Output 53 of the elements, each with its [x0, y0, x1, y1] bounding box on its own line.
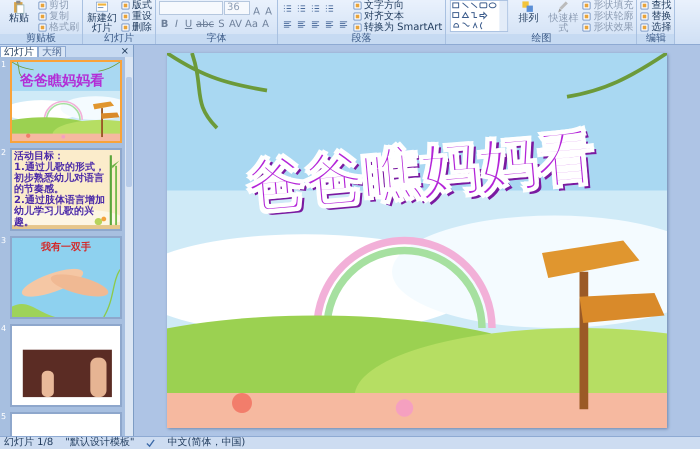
format-button[interactable]: abc: [195, 18, 215, 30]
format-button[interactable]: U: [183, 18, 194, 30]
spellcheck-icon[interactable]: [146, 438, 156, 448]
format-button[interactable]: B: [159, 18, 170, 30]
panel-tab[interactable]: 幻灯片: [0, 46, 38, 57]
slide-number: 2: [1, 148, 8, 159]
slide-title: 爸爸瞧妈妈看: [244, 120, 598, 222]
brush-icon: [556, 0, 570, 14]
slide-text: 2.通过肢体语言增加幼儿学习儿歌的兴趣。: [14, 195, 106, 228]
slide-number: 1: [1, 60, 8, 71]
slide-text: 1.通过儿歌的形式，初步熟悉幼儿对语言的节奏感。: [14, 162, 106, 195]
ribbon-command[interactable]: 版式: [121, 0, 152, 11]
ribbon-button[interactable]: 排列: [512, 0, 544, 34]
group-label: 编辑: [637, 34, 674, 44]
ribbon-command[interactable]: 删除: [121, 22, 152, 33]
format-button[interactable]: AV: [228, 18, 244, 30]
slide-icon: [95, 0, 109, 14]
group-label: 剪贴板: [0, 34, 82, 44]
group-label: 段落: [278, 34, 446, 44]
shapes-icon: [521, 0, 536, 14]
format-button[interactable]: I: [171, 18, 182, 30]
format-button[interactable]: S: [216, 18, 227, 30]
shapes-gallery[interactable]: [449, 0, 510, 32]
language-label: 中文(简体，中国): [167, 437, 246, 449]
ribbon-command[interactable]: 对齐文本: [353, 11, 442, 22]
ribbon-command[interactable]: 选择: [640, 22, 672, 33]
slide-counter: 幻灯片 1/8: [4, 437, 54, 449]
slide-title: 我有一双手: [40, 240, 92, 254]
close-button[interactable]: ×: [116, 46, 133, 57]
font-size-button[interactable]: A: [251, 2, 262, 14]
ribbon-command[interactable]: 查找: [640, 0, 672, 11]
ribbon-command[interactable]: 转换为 SmartArt: [353, 22, 442, 33]
ribbon-command[interactable]: 重设: [121, 11, 152, 22]
ribbon-command[interactable]: 替换: [640, 11, 672, 22]
group-label: 字体: [156, 34, 277, 44]
group-label: 绘图: [446, 34, 636, 44]
font-size-button[interactable]: A: [263, 2, 274, 14]
scrollbar[interactable]: [125, 57, 133, 436]
panel-tab[interactable]: 大纲: [38, 46, 66, 57]
ribbon-button[interactable]: 新建幻灯片: [86, 0, 118, 34]
group-label: 幻灯片: [83, 34, 155, 44]
format-button[interactable]: Aa: [244, 18, 259, 30]
font-name-field[interactable]: [159, 1, 223, 15]
font-size-field[interactable]: 36: [224, 1, 250, 15]
slide-heading: 活动目标：: [14, 151, 64, 162]
slide-title: 爸爸瞧妈妈看: [20, 72, 104, 90]
format-button[interactable]: A: [260, 18, 271, 30]
slide-number: 4: [1, 324, 8, 335]
ribbon-button[interactable]: 粘贴: [3, 0, 35, 34]
clipboard-icon: [12, 0, 26, 14]
slide-number: 3: [1, 236, 8, 247]
theme-name: "默认设计模板": [65, 437, 134, 449]
slide-number: 5: [1, 412, 8, 423]
